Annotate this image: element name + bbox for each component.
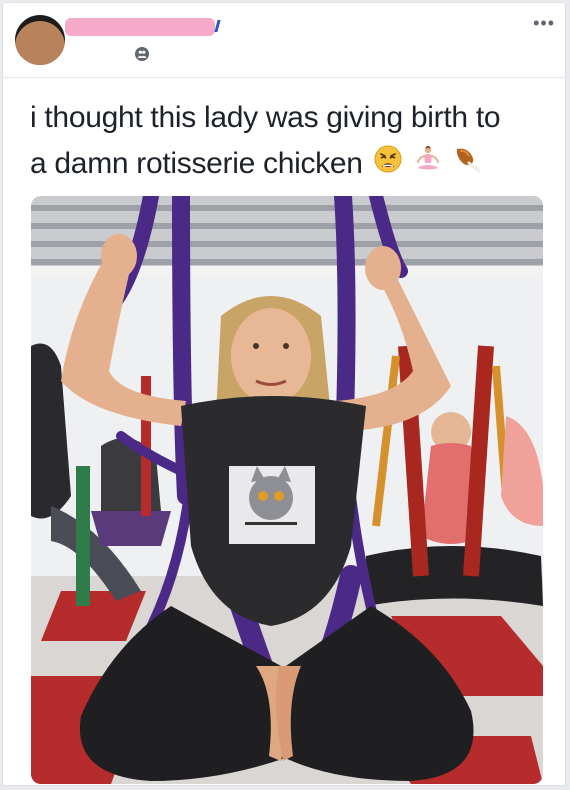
header-divider <box>3 77 565 78</box>
post-card: ••• i thought this lady was giving birth… <box>2 2 566 786</box>
avatar-face <box>15 21 65 65</box>
more-options-icon[interactable]: ••• <box>533 14 555 32</box>
post-header: ••• <box>3 3 565 75</box>
aerial-yoga-class-photo[interactable] <box>31 196 543 784</box>
weary-face-emoji <box>373 142 403 188</box>
author-name-redacted[interactable] <box>65 18 215 36</box>
photo-illustration <box>31 196 543 784</box>
person-in-lotus-position-emoji <box>413 142 443 188</box>
friends-icon[interactable] <box>135 47 149 61</box>
poultry-leg-emoji <box>453 142 483 188</box>
post-text-line-1: i thought this lady was giving birth to <box>30 101 501 134</box>
post-text-line-2: a damn rotisserie chicken <box>30 147 363 180</box>
post-text: i thought this lady was giving birth to … <box>30 95 550 188</box>
post-text-line-2-wrap: a damn rotisserie chicken <box>30 141 550 188</box>
author-avatar[interactable] <box>15 15 65 65</box>
